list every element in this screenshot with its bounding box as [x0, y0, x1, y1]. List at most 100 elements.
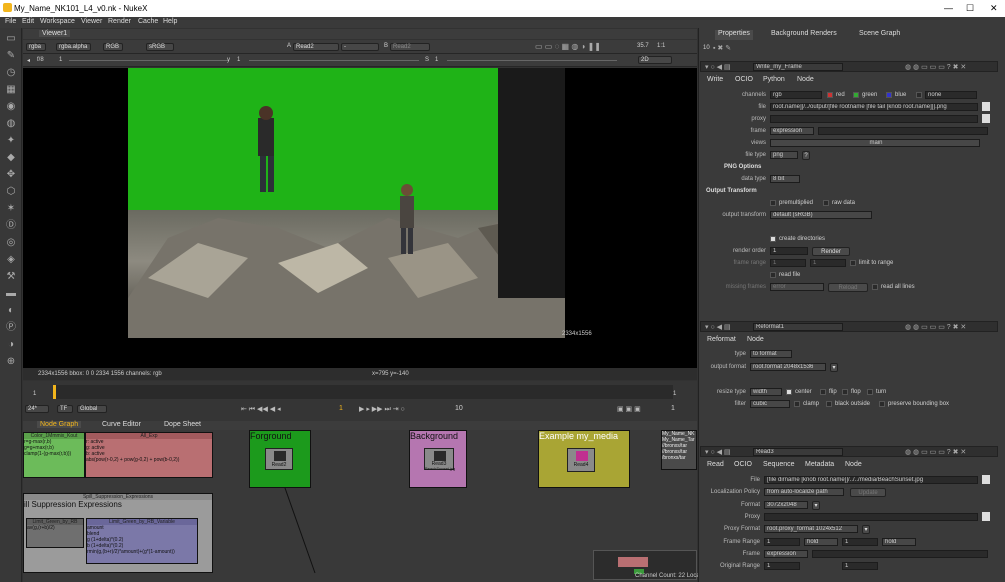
backdrop-all-exp[interactable]: All_Exp r: active g: active b: active ab… — [85, 432, 213, 478]
node-header-icons[interactable]: ◍ ◍ ▭ ▭ ▭ ? ✖ ✕ — [905, 63, 966, 71]
node-graph-canvas[interactable]: Color_1Mmmix_Kout r=g-max(r,b) g=g+max(r… — [23, 430, 697, 582]
localization-policy-dropdown[interactable]: from auto-localize path — [764, 488, 844, 496]
tab-node-graph[interactable]: Node Graph — [37, 421, 82, 428]
zoom-value[interactable]: 35.7 — [637, 43, 649, 49]
tab-ocio[interactable]: OCIO — [735, 76, 753, 83]
read-node-bg[interactable]: Read3 BeachSunset.jpg — [424, 448, 455, 471]
format-menu-button[interactable]: ▾ — [830, 363, 838, 372]
tab-node[interactable]: Node — [747, 336, 764, 343]
output-format-dropdown[interactable]: root.format 2048x1536 — [750, 363, 826, 371]
play-icon[interactable]: ◂ — [27, 57, 30, 64]
proxy-browser-icon[interactable] — [982, 512, 990, 521]
filetype-dropdown[interactable]: png — [770, 151, 798, 159]
furnace-icon[interactable]: ◐ — [5, 305, 17, 317]
frame-step[interactable]: 10 — [455, 405, 463, 412]
read-node-name[interactable]: Read3 — [753, 448, 843, 456]
frame-range-start[interactable]: 1 — [770, 259, 806, 267]
original-range-first[interactable]: 1 — [764, 562, 800, 570]
format-menu-button[interactable]: ▾ — [812, 501, 820, 510]
flop-checkbox[interactable] — [842, 389, 848, 395]
black-outside-checkbox[interactable] — [826, 401, 832, 407]
before-dropdown[interactable]: hold — [804, 538, 838, 546]
3d-icon[interactable]: ⬡ — [5, 186, 17, 198]
tab-background-renders[interactable]: Background Renders — [771, 30, 837, 40]
time-icon[interactable]: ◷ — [5, 67, 17, 79]
premultiplied-checkbox[interactable] — [770, 200, 776, 206]
alpha-dropdown[interactable]: rgba.alpha — [56, 43, 91, 51]
frame-field[interactable] — [818, 127, 988, 135]
view-mode-dropdown[interactable]: 2D — [638, 56, 672, 64]
tab-sequence[interactable]: Sequence — [763, 461, 795, 468]
end-frame-value[interactable]: 1 — [671, 405, 675, 412]
read-node-fg[interactable]: Read2 — [265, 448, 293, 470]
collapse-icon[interactable]: ▾ ○ ◀ ▤ — [705, 448, 731, 456]
menu-viewer[interactable]: Viewer — [81, 18, 102, 25]
frame-range-last[interactable]: 1 — [842, 538, 878, 546]
proxy-field[interactable] — [770, 115, 978, 123]
s-slider[interactable] — [447, 60, 617, 61]
update-button[interactable]: Update — [850, 488, 886, 497]
end-frame[interactable]: 1 — [673, 391, 676, 397]
node-header-icons[interactable]: ◍ ◍ ▭ ▭ ▭ ? ✖ ✕ — [905, 448, 966, 456]
reload-button[interactable]: Reload — [828, 283, 868, 292]
read-file-checkbox[interactable] — [770, 272, 776, 278]
channel-icon[interactable]: ▦ — [5, 84, 17, 96]
reformat-node-header[interactable]: ▾ ○ ◀ ▤ Reformat1 ◍ ◍ ▭ ▭ ▭ ? ✖ ✕ — [700, 321, 998, 332]
tf-dropdown[interactable]: TF — [57, 405, 73, 413]
deep-icon[interactable]: Ⓓ — [5, 220, 17, 232]
node-header-icons[interactable]: ◍ ◍ ▭ ▭ ▭ ? ✖ ✕ — [905, 323, 966, 331]
file-path-field[interactable]: root.name]]/../output/[file rootname [fi… — [770, 103, 978, 111]
menu-render[interactable]: Render — [108, 18, 131, 25]
menu-help[interactable]: Help — [163, 18, 177, 25]
output-transform-dropdown[interactable]: default (sRGB) — [770, 211, 872, 219]
backdrop-example-media[interactable]: Example my_media Read4 — [538, 430, 630, 488]
none-checkbox[interactable] — [916, 92, 922, 98]
backdrop-background[interactable]: Background Read3 BeachSunset.jpg — [409, 430, 467, 488]
tab-read[interactable]: Read — [707, 461, 724, 468]
merge-icon[interactable]: ◆ — [5, 152, 17, 164]
tab-curve-editor[interactable]: Curve Editor — [102, 421, 141, 428]
other-icon[interactable]: ▬ — [5, 288, 17, 300]
type-dropdown[interactable]: to format — [750, 350, 792, 358]
tab-properties[interactable]: Properties — [715, 30, 753, 40]
views-dropdown[interactable]: main — [770, 139, 980, 147]
sticky-note[interactable]: My_Name_NK My_Name_Tar //bronxs/tar //br… — [661, 430, 697, 470]
read-frame-field[interactable] — [812, 550, 988, 558]
frame-range-end[interactable]: 1 — [810, 259, 846, 267]
gain-value[interactable]: 1 — [59, 57, 62, 63]
render-order-field[interactable]: 1 — [770, 247, 808, 255]
flip-checkbox[interactable] — [820, 389, 826, 395]
tab-viewer1[interactable]: Viewer1 — [39, 30, 71, 37]
frame-range-first[interactable]: 1 — [764, 538, 800, 546]
colorspace-dropdown[interactable]: sRGB — [146, 43, 174, 51]
reformat-node-name[interactable]: Reformat1 — [753, 323, 843, 331]
write-node-header[interactable]: ▾ ○ ◀ ▤ Write_my_Frame ◍ ◍ ▭ ▭ ▭ ? ✖ ✕ — [700, 61, 998, 72]
tab-node[interactable]: Node — [845, 461, 862, 468]
close-button[interactable]: ✕ — [990, 3, 998, 14]
color-icon[interactable]: ◉ — [5, 101, 17, 113]
tab-python[interactable]: Python — [763, 76, 785, 83]
backdrop-limit-green[interactable]: Limit_Green_by_RB av(g,(r+b)/2) — [26, 518, 84, 548]
a-input-dropdown[interactable]: Read2 — [293, 43, 339, 51]
b-input-dropdown[interactable]: Read2 — [390, 43, 430, 51]
preserve-bbox-checkbox[interactable] — [879, 401, 885, 407]
menu-file[interactable]: File — [5, 18, 16, 25]
original-range-last[interactable]: 1 — [842, 562, 878, 570]
panel-tools-icons[interactable]: ▪ ✖ ✎ — [713, 44, 731, 52]
proxy-field[interactable] — [764, 513, 978, 521]
backdrop-limit-green-variable[interactable]: Limit_Green_by_RB_Variable amount blend … — [86, 518, 198, 564]
max-panels[interactable]: 10 — [703, 45, 710, 51]
red-checkbox[interactable] — [827, 92, 833, 98]
filter-icon[interactable]: ◍ — [5, 118, 17, 130]
render-button[interactable]: Render — [812, 247, 850, 256]
blue-checkbox[interactable] — [886, 92, 892, 98]
particles-icon[interactable]: ✶ — [5, 203, 17, 215]
filter-dropdown[interactable]: cubic — [750, 400, 790, 408]
format-dropdown[interactable]: 3072x2048 — [764, 501, 808, 509]
alpha-channel-dropdown[interactable]: none — [925, 91, 977, 99]
read-frame-dropdown[interactable]: expression — [764, 550, 808, 558]
tab-scene-graph[interactable]: Scene Graph — [859, 30, 900, 40]
frame-dropdown[interactable]: expression — [770, 127, 814, 135]
proxy-browser-icon[interactable] — [982, 114, 990, 123]
write-node-name[interactable]: Write_my_Frame — [753, 63, 843, 71]
